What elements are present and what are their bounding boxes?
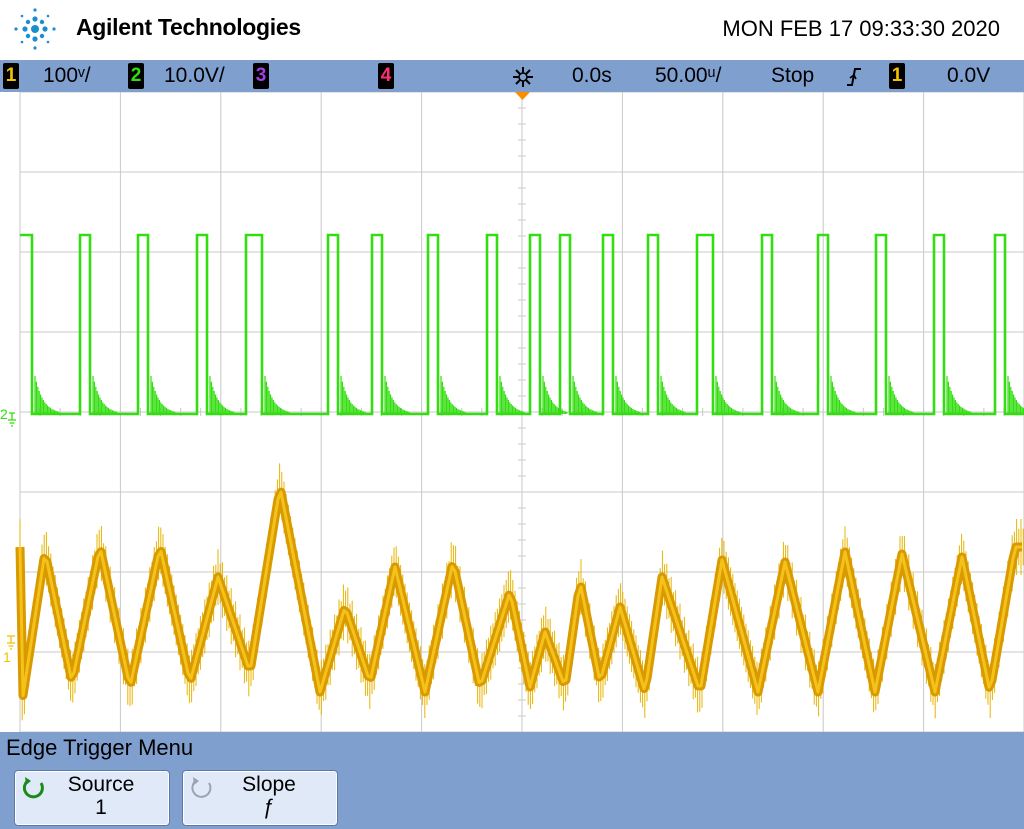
header-bar: Agilent Technologies MON FEB 17 09:33:30…	[0, 0, 1024, 60]
softkey-menu-bar: Edge Trigger Menu Source 1 Slope ƒ	[0, 732, 1024, 829]
channel-2-ringing	[660, 376, 686, 414]
channel-4-badge[interactable]: 4	[378, 63, 394, 89]
channel-3-badge[interactable]: 3	[253, 63, 269, 89]
channel-2-ringing	[150, 376, 176, 414]
agilent-logo-icon	[14, 8, 56, 50]
source-softkey-label: Source	[67, 773, 135, 796]
channel-2-ringing	[384, 376, 410, 414]
channel-2-ringing	[946, 376, 972, 414]
channel-2-ringing	[264, 376, 290, 414]
source-softkey-value: 1	[95, 796, 107, 819]
channel-1-scale[interactable]: 100ᵛ/	[43, 63, 91, 89]
trigger-position-marker	[515, 92, 530, 100]
brand-name: Agilent Technologies	[76, 14, 301, 40]
slope-softkey[interactable]: Slope ƒ	[182, 770, 338, 826]
channel-2-scale[interactable]: 10.0V/	[164, 63, 225, 89]
channel-2-ringing	[209, 376, 235, 414]
channel-2-ringing	[774, 376, 800, 414]
channel-1-badge[interactable]: 1	[3, 63, 19, 89]
channel-2-ringing	[440, 376, 466, 414]
channel-2-ringing	[499, 376, 525, 414]
channel-2-ringing	[888, 376, 914, 414]
channel-2-badge[interactable]: 2	[128, 63, 144, 89]
channel-1-marker-label: 1	[3, 649, 11, 665]
acquisition-star-icon	[513, 67, 533, 87]
channel-2-ringing	[715, 376, 741, 414]
slope-softkey-value: ƒ	[263, 796, 275, 819]
status-bar: 1 100ᵛ/ 2 10.0V/ 3 4 0.0s 50.00ᵘ/ Stop 1…	[0, 60, 1024, 92]
channel-2-ringing	[572, 376, 598, 414]
channel-1-ground-marker[interactable]: 1	[3, 635, 15, 665]
time-scale[interactable]: 50.00ᵘ/	[655, 63, 721, 89]
channel-2-ground-marker[interactable]: 2	[0, 406, 16, 427]
slope-softkey-label: Slope	[242, 773, 296, 796]
channel-2-ringing	[1007, 376, 1024, 414]
trigger-source-badge[interactable]: 1	[889, 63, 905, 89]
trigger-level[interactable]: 0.0V	[947, 63, 990, 89]
run-state[interactable]: Stop	[771, 63, 814, 89]
rising-edge-icon	[847, 68, 861, 86]
channel-2-ringing	[542, 376, 568, 414]
channel-2-marker-label: 2	[0, 406, 8, 422]
waveform-plot: 2 1	[0, 91, 1024, 733]
waveform-display[interactable]: 2 1	[0, 91, 1024, 733]
channel-2-ringing	[92, 376, 118, 414]
channel-2-ringing	[615, 376, 641, 414]
channel-2-ringing	[34, 376, 60, 414]
source-softkey[interactable]: Source 1	[14, 770, 170, 826]
time-delay[interactable]: 0.0s	[572, 63, 612, 89]
date-time: MON FEB 17 09:33:30 2020	[722, 16, 1000, 41]
menu-title: Edge Trigger Menu	[6, 735, 194, 760]
